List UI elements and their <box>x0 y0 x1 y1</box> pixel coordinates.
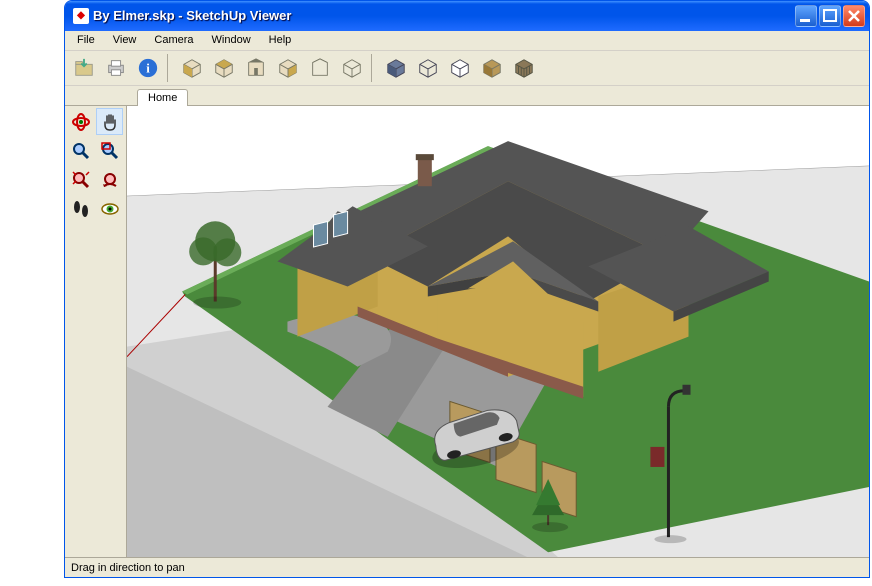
pan-button[interactable] <box>96 108 123 135</box>
menu-help[interactable]: Help <box>261 32 300 48</box>
viewport-3d[interactable] <box>127 106 869 557</box>
zoom-window-button[interactable] <box>96 137 123 164</box>
orbit-icon <box>71 112 91 132</box>
model-scene-icon <box>127 106 869 557</box>
right-view-icon <box>277 57 299 79</box>
shade-xray-icon <box>513 57 535 79</box>
front-view-icon <box>245 57 267 79</box>
window-title: By Elmer.skp - SketchUp Viewer <box>93 8 793 23</box>
shade-xray-button[interactable] <box>509 53 539 83</box>
iso-view-button[interactable] <box>177 53 207 83</box>
menu-window[interactable]: Window <box>204 32 259 48</box>
status-hint: Drag in direction to pan <box>71 562 185 574</box>
back-view-icon <box>309 57 331 79</box>
menubar: File View Camera Window Help <box>65 31 869 51</box>
maximize-button[interactable] <box>819 5 841 27</box>
svg-text:i: i <box>146 61 150 75</box>
shade-mono-icon <box>481 57 503 79</box>
left-view-icon <box>341 57 363 79</box>
orbit-button[interactable] <box>67 108 94 135</box>
zoom-button[interactable] <box>67 137 94 164</box>
shade-wire-icon <box>417 57 439 79</box>
shade-wire-button[interactable] <box>413 53 443 83</box>
statusbar: Drag in direction to pan <box>65 557 869 577</box>
previous-view-icon <box>100 170 120 190</box>
zoom-extents-button[interactable] <box>67 166 94 193</box>
zoom-icon <box>71 141 91 161</box>
maximize-icon <box>820 6 840 26</box>
zoom-extents-icon <box>71 170 91 190</box>
walk-button[interactable] <box>67 195 94 222</box>
shade-textured-button[interactable] <box>381 53 411 83</box>
main-toolbar: i <box>65 51 869 87</box>
shade-mono-button[interactable] <box>477 53 507 83</box>
camera-toolbar <box>65 106 127 557</box>
front-view-button[interactable] <box>241 53 271 83</box>
menu-camera[interactable]: Camera <box>146 32 201 48</box>
minimize-icon <box>796 6 816 26</box>
app-icon: ◆ <box>73 8 89 24</box>
print-icon <box>105 57 127 79</box>
previous-view-button[interactable] <box>96 166 123 193</box>
close-button[interactable] <box>843 5 865 27</box>
info-icon: i <box>137 57 159 79</box>
workspace <box>65 106 869 557</box>
toolbar-separator <box>167 54 173 82</box>
shade-hidden-icon <box>449 57 471 79</box>
info-button[interactable]: i <box>133 53 163 83</box>
walk-icon <box>71 199 91 219</box>
print-button[interactable] <box>101 53 131 83</box>
toolbar-separator <box>371 54 377 82</box>
open-file-icon <box>73 57 95 79</box>
shade-textured-icon <box>385 57 407 79</box>
shade-hidden-button[interactable] <box>445 53 475 83</box>
tab-bar: Home <box>65 86 869 106</box>
application-window: ◆ By Elmer.skp - SketchUp Viewer File Vi… <box>64 0 870 578</box>
close-icon <box>844 6 864 26</box>
open-file-button[interactable] <box>69 53 99 83</box>
left-view-button[interactable] <box>337 53 367 83</box>
look-around-button[interactable] <box>96 195 123 222</box>
minimize-button[interactable] <box>795 5 817 27</box>
top-view-button[interactable] <box>209 53 239 83</box>
pan-icon <box>100 112 120 132</box>
titlebar: ◆ By Elmer.skp - SketchUp Viewer <box>65 1 869 31</box>
tab-home[interactable]: Home <box>137 89 188 106</box>
top-view-icon <box>213 57 235 79</box>
menu-view[interactable]: View <box>105 32 145 48</box>
zoom-window-icon <box>100 141 120 161</box>
look-around-icon <box>100 199 120 219</box>
iso-view-icon <box>181 57 203 79</box>
right-view-button[interactable] <box>273 53 303 83</box>
menu-file[interactable]: File <box>69 32 103 48</box>
back-view-button[interactable] <box>305 53 335 83</box>
